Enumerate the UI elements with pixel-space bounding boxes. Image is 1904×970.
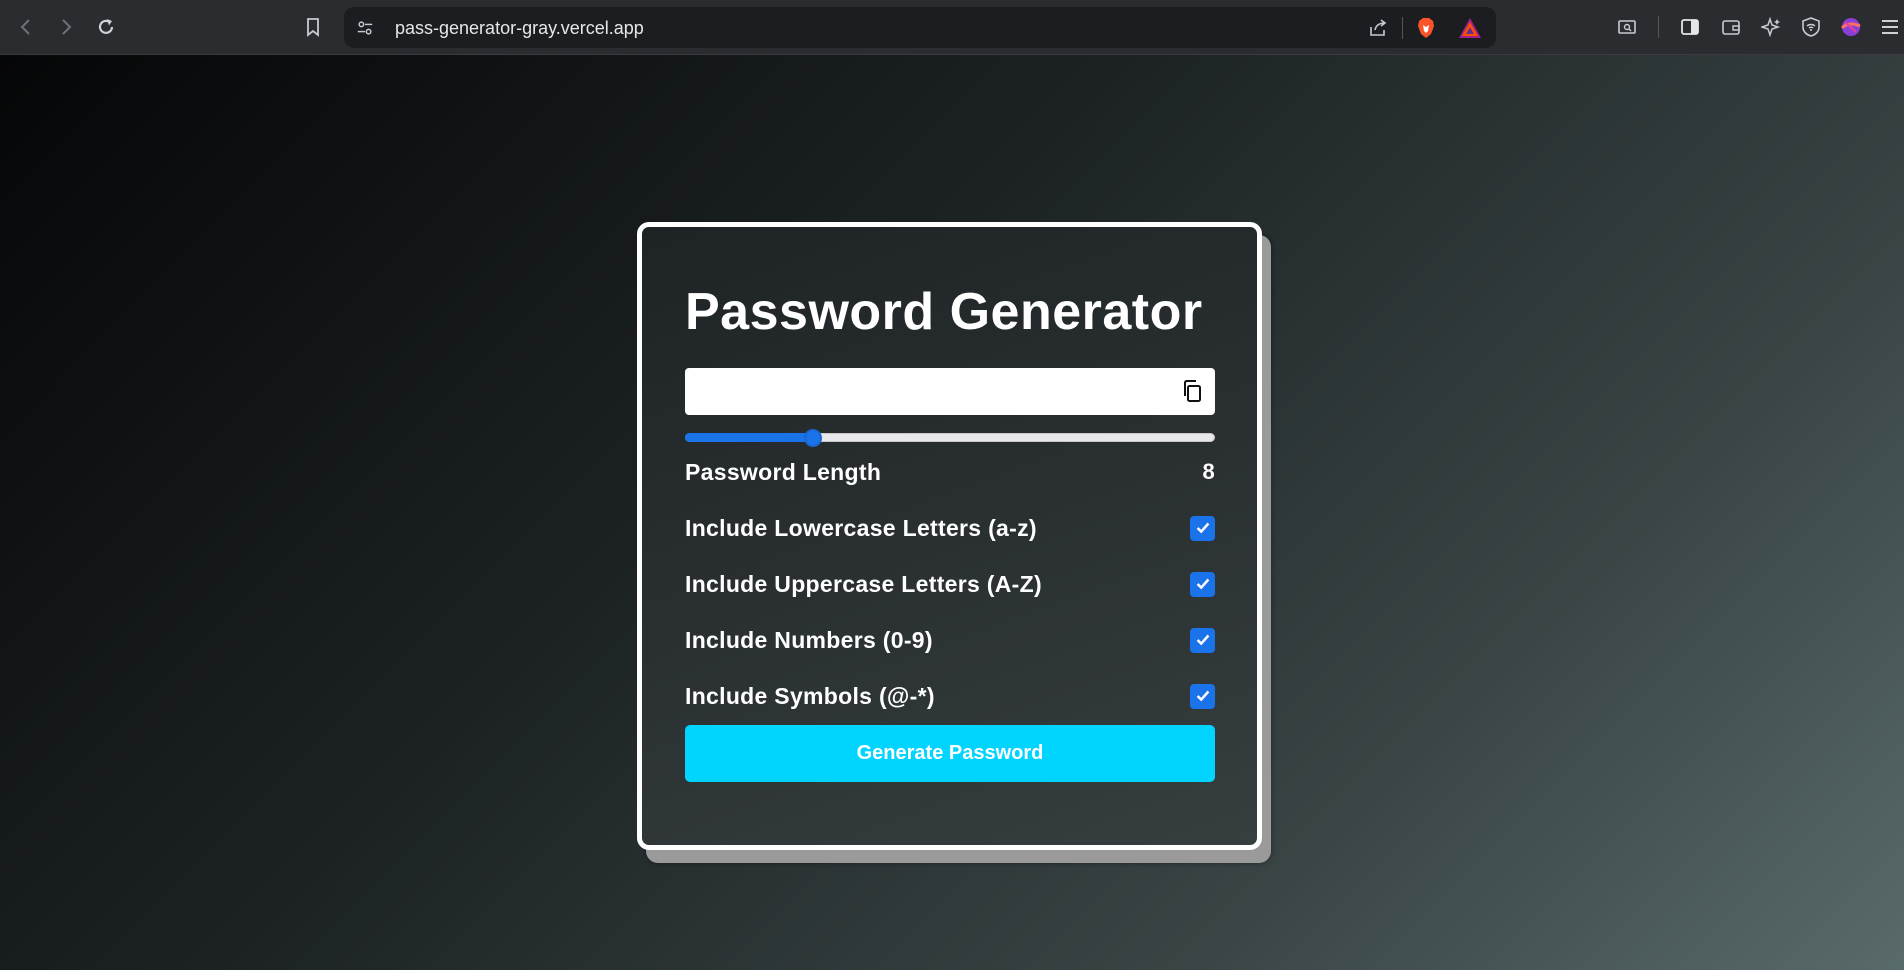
site-settings-icon[interactable] [354, 17, 376, 39]
option-label: Include Numbers (0-9) [685, 626, 933, 653]
slider-thumb[interactable] [803, 429, 822, 447]
option-label: Include Symbols (@-*) [685, 682, 935, 709]
lowercase-checkbox[interactable] [1190, 515, 1215, 541]
menu-button[interactable] [1874, 11, 1904, 43]
bookmark-icon [307, 18, 319, 37]
password-generator-card: Password Generator Password Length 8 Inc… [637, 222, 1262, 850]
option-label: Include Lowercase Letters (a-z) [685, 514, 1037, 541]
page-viewport: Password Generator Password Length 8 Inc… [0, 55, 1904, 970]
length-value: 8 [1202, 459, 1215, 484]
leo-search-button[interactable] [1611, 11, 1643, 43]
length-row: Password Length 8 [685, 457, 1215, 487]
divider [1402, 17, 1403, 39]
numbers-checkbox[interactable] [1190, 627, 1215, 653]
hamburger-menu-icon [1882, 20, 1898, 34]
page-title: Password Generator [685, 283, 1203, 341]
option-row-lowercase: Include Lowercase Letters (a-z) [685, 513, 1215, 543]
chevron-right-icon [62, 19, 72, 35]
generate-password-button[interactable]: Generate Password [685, 725, 1215, 782]
vpn-button[interactable] [1795, 11, 1827, 43]
profile-button[interactable] [1835, 11, 1867, 43]
checkmark-icon [1196, 522, 1209, 534]
password-output-field[interactable] [685, 368, 1215, 415]
option-row-symbols: Include Symbols (@-*) [685, 681, 1215, 711]
brave-rewards-icon[interactable] [1456, 14, 1484, 42]
reload-icon [98, 19, 114, 34]
length-label: Password Length [685, 458, 882, 485]
length-slider[interactable] [685, 429, 1215, 447]
back-button[interactable] [10, 11, 42, 43]
reload-button[interactable] [90, 11, 122, 43]
wallet-icon [1722, 20, 1740, 35]
checkmark-icon [1196, 634, 1209, 646]
option-row-uppercase: Include Uppercase Letters (A-Z) [685, 569, 1215, 599]
shield-wifi-icon [1802, 17, 1820, 37]
wallet-button[interactable] [1715, 11, 1747, 43]
slider-fill [685, 433, 813, 442]
bookmark-button[interactable] [297, 11, 329, 43]
leo-ai-button[interactable] [1755, 11, 1787, 43]
option-row-numbers: Include Numbers (0-9) [685, 625, 1215, 655]
symbols-checkbox[interactable] [1190, 683, 1215, 709]
sidebar-button[interactable] [1674, 11, 1706, 43]
copy-icon[interactable] [1177, 376, 1207, 406]
chevron-left-icon [20, 19, 30, 35]
sidebar-icon [1681, 19, 1699, 35]
share-icon[interactable] [1364, 14, 1392, 42]
divider [1658, 16, 1659, 38]
option-label: Include Uppercase Letters (A-Z) [685, 570, 1042, 597]
uppercase-checkbox[interactable] [1190, 571, 1215, 597]
url-text[interactable]: pass-generator-gray.vercel.app [395, 18, 644, 39]
page-search-icon [1618, 20, 1636, 34]
forward-button[interactable] [50, 11, 82, 43]
address-bar[interactable]: pass-generator-gray.vercel.app [344, 7, 1496, 48]
sparkle-icon [1761, 17, 1781, 37]
brave-shields-icon[interactable] [1412, 14, 1440, 42]
avatar-icon [1841, 18, 1861, 36]
browser-toolbar: pass-generator-gray.vercel.app [0, 0, 1904, 55]
checkmark-icon [1196, 690, 1209, 702]
checkmark-icon [1196, 578, 1209, 590]
